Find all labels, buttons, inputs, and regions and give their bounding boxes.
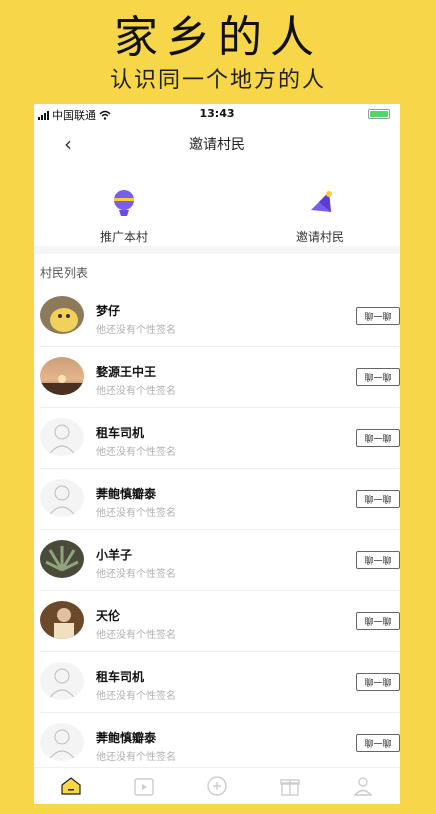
chat-button[interactable]: 聊一聊 xyxy=(356,551,400,569)
phone-screen: 中国联通 13:43 ‹ 邀请村民 推广本村 邀请村民 村民列表 梦仔 他还没有… xyxy=(34,104,400,804)
list-item[interactable]: 梦仔 他还没有个性签名 聊一聊 xyxy=(40,286,400,347)
villager-name: 租车司机 xyxy=(96,670,145,684)
list-item[interactable]: 天伦 他还没有个性签名 聊一聊 xyxy=(40,591,400,652)
villager-signature: 他还没有个性签名 xyxy=(96,386,176,397)
list-item[interactable]: 婺源王中王 他还没有个性签名 聊一聊 xyxy=(40,347,400,408)
villager-name: 梦仔 xyxy=(96,304,121,318)
avatar xyxy=(40,540,84,578)
chat-button[interactable]: 聊一聊 xyxy=(356,673,400,691)
profile-icon[interactable] xyxy=(351,774,375,798)
villager-signature: 他还没有个性签名 xyxy=(96,508,176,519)
chat-button[interactable]: 聊一聊 xyxy=(356,490,400,508)
status-time: 13:43 xyxy=(199,107,235,120)
villager-name: 天伦 xyxy=(96,609,121,623)
villager-name: 租车司机 xyxy=(96,426,145,440)
list-item[interactable]: 莾鲍慎瓣泰 他还没有个性签名 聊一聊 xyxy=(40,713,400,774)
default-avatar-icon xyxy=(40,662,84,700)
villager-list: 梦仔 他还没有个性签名 聊一聊 婺源王中王 他还没有个性签名 聊一聊 租车司机 … xyxy=(34,286,400,774)
avatar xyxy=(40,296,84,334)
villager-signature: 他还没有个性签名 xyxy=(96,752,176,763)
villager-signature: 他还没有个性签名 xyxy=(96,325,176,336)
section-title: 村民列表 xyxy=(40,266,89,280)
list-item[interactable]: 小羊子 他还没有个性签名 聊一聊 xyxy=(40,530,400,591)
nav-bar: ‹ 邀请村民 xyxy=(34,124,400,162)
chat-button[interactable]: 聊一聊 xyxy=(356,734,400,752)
balloon-icon xyxy=(114,190,134,216)
villager-name: 婺源王中王 xyxy=(96,365,157,379)
chat-button[interactable]: 聊一聊 xyxy=(356,612,400,630)
battery-icon xyxy=(368,109,390,119)
invite-villagers-label: 邀请村民 xyxy=(295,230,344,244)
villager-signature: 他还没有个性签名 xyxy=(96,447,176,458)
tab-bar xyxy=(34,767,400,804)
villager-signature: 他还没有个性签名 xyxy=(96,691,176,702)
promote-village-label: 推广本村 xyxy=(99,230,148,244)
invite-villagers-button[interactable]: 邀请村民 xyxy=(260,188,380,245)
page-title: 邀请村民 xyxy=(189,137,245,153)
chat-button[interactable]: 聊一聊 xyxy=(356,307,400,325)
list-item[interactable]: 莾鲍慎瓣泰 他还没有个性签名 聊一聊 xyxy=(40,469,400,530)
promo-subtitle: 认识同一个地方的人 xyxy=(109,68,326,93)
avatar xyxy=(40,601,84,639)
action-row: 推广本村 邀请村民 xyxy=(34,162,400,254)
chat-button[interactable]: 聊一聊 xyxy=(356,368,400,386)
list-item[interactable]: 租车司机 他还没有个性签名 聊一聊 xyxy=(40,408,400,469)
avatar xyxy=(40,357,84,395)
villager-signature: 他还没有个性签名 xyxy=(96,569,176,580)
chat-button[interactable]: 聊一聊 xyxy=(356,429,400,447)
default-avatar-icon xyxy=(40,723,84,761)
calendar-icon[interactable] xyxy=(132,774,156,798)
list-item[interactable]: 租车司机 他还没有个性签名 聊一聊 xyxy=(40,652,400,713)
default-avatar-icon xyxy=(40,479,84,517)
promo-title: 家乡的人 xyxy=(114,12,322,63)
villager-signature: 他还没有个性签名 xyxy=(96,630,176,641)
default-avatar-icon xyxy=(40,418,84,456)
villager-name: 莾鲍慎瓣泰 xyxy=(96,731,157,745)
promote-village-button[interactable]: 推广本村 xyxy=(64,188,184,245)
status-bar: 中国联通 13:43 xyxy=(34,104,400,124)
villager-name: 莾鲍慎瓣泰 xyxy=(96,487,157,501)
gift-icon[interactable] xyxy=(278,774,302,798)
home-icon[interactable] xyxy=(59,774,83,798)
megaphone-icon xyxy=(311,191,332,212)
villager-name: 小羊子 xyxy=(96,548,133,562)
add-circle-icon[interactable] xyxy=(205,774,229,798)
